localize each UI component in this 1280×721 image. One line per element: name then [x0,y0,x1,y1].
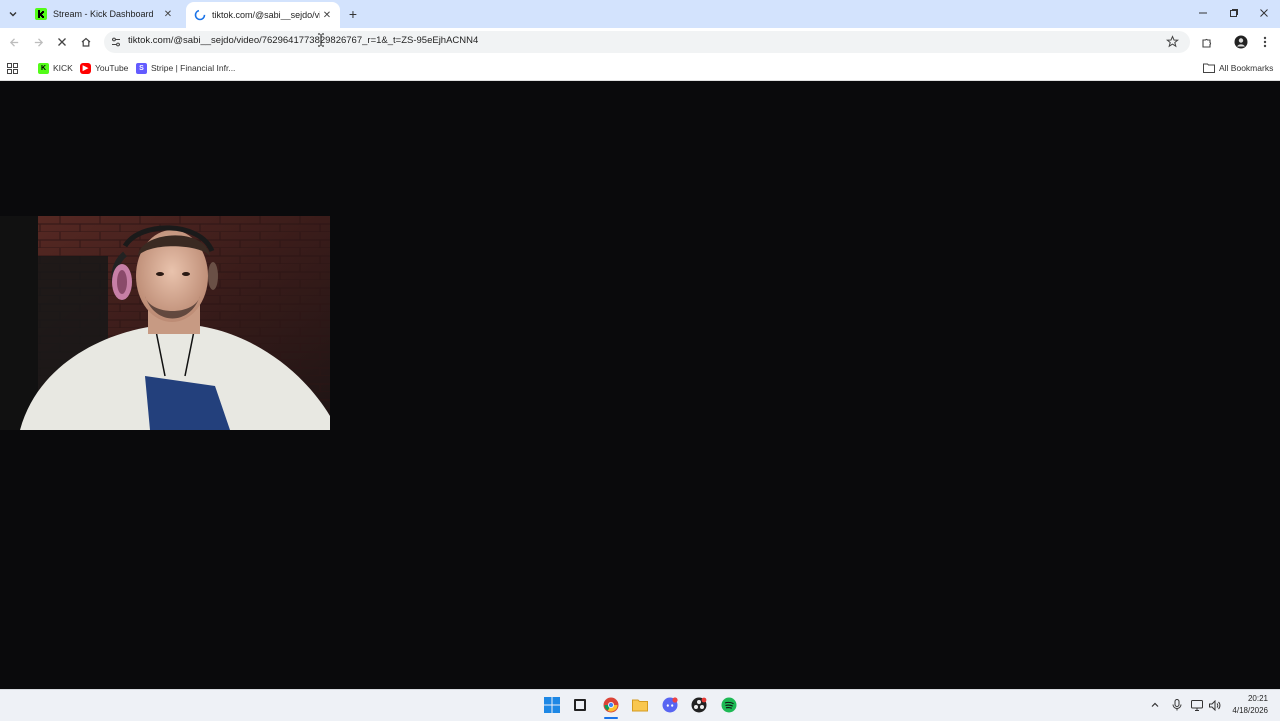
start-button[interactable] [542,695,562,715]
active-app-indicator [604,717,618,719]
close-window-button[interactable] [1254,4,1274,22]
home-button[interactable] [77,33,95,51]
bookmark-label: YouTube [95,63,129,73]
tab-title: tiktok.com/@sabi__sejdo/video [212,10,320,20]
webcam-overlay [0,216,330,430]
bookmarks-bar: K KICK ▶ YouTube S Stripe | Financial In… [0,56,1280,81]
puzzle-icon [1201,38,1211,48]
taskbar-discord[interactable] [660,695,680,715]
mouse-cursor [317,33,325,50]
restore-button[interactable] [1224,4,1244,22]
browser-toolbar: tiktok.com/@sabi__sejdo/video/7629641773… [0,28,1280,56]
close-icon [58,38,66,46]
kick-logo-icon [35,8,47,20]
bookmark-star-icon[interactable] [1165,35,1180,51]
webcam-person-image [0,216,330,430]
url-text[interactable]: tiktok.com/@sabi__sejdo/video/7629641773… [128,35,478,46]
site-settings-icon[interactable] [110,36,122,51]
bookmark-label: Stripe | Financial Infr... [151,63,236,73]
tab-search-button[interactable] [4,5,22,23]
new-tab-button[interactable]: + [345,6,361,22]
minimize-button[interactable] [1193,4,1213,22]
clock-date: 4/18/2026 [1232,706,1268,715]
minimize-icon [1199,12,1207,14]
system-clock[interactable]: 20:21 4/18/2026 [1232,693,1268,717]
profile-button[interactable] [1232,33,1250,51]
speaker-icon [1209,699,1221,711]
loading-icon [194,9,206,21]
folder-icon [632,699,648,712]
stop-loading-button[interactable] [53,33,71,51]
apps-grid-icon [7,62,18,74]
taskbar-chrome[interactable] [601,695,621,715]
close-icon [1260,9,1268,17]
taskbar-file-explorer[interactable] [630,695,650,715]
address-bar[interactable]: tiktok.com/@sabi__sejdo/video/7629641773… [104,31,1190,53]
discord-icon [662,697,678,713]
extensions-button[interactable] [1197,33,1215,51]
stripe-icon: S [136,62,147,74]
all-bookmarks-label: All Bookmarks [1219,63,1274,73]
taskbar-spotify[interactable] [719,695,739,715]
more-vertical-icon [1263,36,1267,48]
restore-icon [1230,9,1238,17]
taskbar-obs[interactable] [689,695,709,715]
apps-button[interactable] [7,60,18,76]
monitor-network-icon [1191,699,1203,711]
home-icon [81,37,91,47]
chevron-up-icon [1151,702,1159,707]
tab-kick-dashboard[interactable]: Stream - Kick Dashboard ✕ [27,2,181,26]
windows-taskbar: 20:21 4/18/2026 [0,689,1280,721]
all-bookmarks-button[interactable]: All Bookmarks [1203,60,1273,76]
windows-logo-icon [544,697,560,713]
text-cursor-icon [318,33,324,47]
bookmark-label: KICK [53,63,73,73]
arrow-left-icon [9,37,18,47]
page-content [0,81,1280,689]
clock-time: 20:21 [1247,694,1268,703]
youtube-icon: ▶ [80,62,91,74]
close-tab-icon[interactable]: ✕ [161,7,175,21]
bookmark-youtube[interactable]: ▶ YouTube [80,60,128,76]
close-tab-icon[interactable]: ✕ [320,8,334,22]
network-tray[interactable] [1190,698,1204,712]
menu-button[interactable] [1256,33,1274,51]
microphone-tray[interactable] [1170,698,1184,712]
task-view-icon [574,699,586,711]
avatar-icon [1234,35,1248,49]
task-view-button[interactable] [570,695,590,715]
show-hidden-icons-button[interactable] [1148,698,1162,712]
back-button[interactable] [5,33,23,51]
spotify-icon [721,697,737,713]
chrome-icon [603,697,619,713]
volume-tray[interactable] [1208,698,1222,712]
tab-tiktok-video[interactable]: tiktok.com/@sabi__sejdo/video ✕ [186,2,340,28]
tab-title: Stream - Kick Dashboard [53,9,154,19]
kick-icon: K [38,62,49,74]
tab-strip: Stream - Kick Dashboard ✕ tiktok.com/@sa… [0,0,1280,28]
folder-icon [1203,63,1215,73]
forward-button[interactable] [29,33,47,51]
chevron-down-icon [9,12,17,17]
bookmark-kick[interactable]: K KICK [38,60,73,76]
microphone-icon [1172,699,1182,711]
obs-icon [691,697,707,713]
arrow-right-icon [34,37,43,47]
bookmark-stripe[interactable]: S Stripe | Financial Infr... [136,60,235,76]
